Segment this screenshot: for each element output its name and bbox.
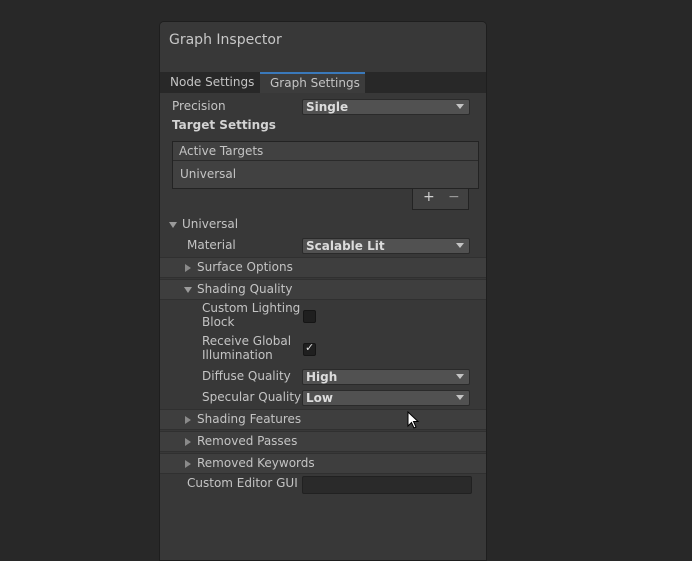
add-target-button[interactable]: +: [423, 189, 435, 205]
chevron-down-icon: [456, 395, 464, 400]
tab-bar: Node Settings Graph Settings: [160, 72, 486, 93]
precision-dropdown[interactable]: Single: [302, 99, 470, 115]
expanded-arrow-icon: [169, 222, 177, 228]
tab-graph-settings[interactable]: Graph Settings: [260, 72, 365, 93]
list-item[interactable]: Universal: [180, 167, 236, 181]
chevron-down-icon: [456, 104, 464, 109]
removed-keywords-label: Removed Keywords: [197, 456, 315, 470]
specular-quality-value: Low: [306, 391, 333, 405]
removed-passes-label: Removed Passes: [197, 434, 298, 448]
target-settings-heading: Target Settings: [172, 118, 276, 132]
tab-node-settings[interactable]: Node Settings: [160, 72, 260, 93]
remove-target-button[interactable]: −: [448, 189, 460, 205]
receive-global-illumination-label-line1: Receive Global: [202, 334, 292, 348]
specular-quality-label: Specular Quality: [202, 390, 302, 404]
custom-editor-gui-label: Custom Editor GUI: [187, 476, 298, 490]
active-targets-header-label: Active Targets: [179, 144, 264, 158]
precision-label: Precision: [172, 99, 226, 113]
receive-global-illumination-checkbox[interactable]: ✓: [303, 341, 316, 356]
surface-options-label: Surface Options: [197, 260, 293, 274]
shading-quality-foldout[interactable]: Shading Quality: [160, 279, 486, 300]
specular-quality-dropdown[interactable]: Low: [302, 390, 470, 406]
universal-foldout[interactable]: Universal: [160, 214, 486, 235]
removed-passes-foldout[interactable]: Removed Passes: [160, 431, 486, 452]
surface-options-foldout[interactable]: Surface Options: [160, 257, 486, 278]
tab-graph-settings-label: Graph Settings: [270, 76, 360, 90]
active-targets-header: Active Targets: [173, 142, 478, 161]
custom-lighting-block-label-line1: Custom Lighting: [202, 301, 301, 315]
diffuse-quality-value: High: [306, 370, 338, 384]
inspector-title: Graph Inspector: [169, 32, 282, 48]
checkmark-icon: ✓: [305, 341, 315, 354]
material-label: Material: [187, 238, 236, 252]
active-targets-list: Active Targets Universal: [172, 141, 479, 189]
material-dropdown[interactable]: Scalable Lit: [302, 238, 470, 254]
collapsed-arrow-icon: [185, 416, 191, 424]
removed-keywords-foldout[interactable]: Removed Keywords: [160, 453, 486, 474]
shading-quality-label: Shading Quality: [197, 282, 293, 296]
expanded-arrow-icon: [184, 287, 192, 293]
chevron-down-icon: [456, 374, 464, 379]
chevron-down-icon: [456, 243, 464, 248]
collapsed-arrow-icon: [185, 460, 191, 468]
collapsed-arrow-icon: [185, 264, 191, 272]
shading-features-label: Shading Features: [197, 412, 302, 426]
universal-foldout-label: Universal: [182, 217, 239, 231]
graph-inspector-panel: Graph Inspector Node Settings Graph Sett…: [159, 21, 487, 561]
diffuse-quality-dropdown[interactable]: High: [302, 369, 470, 385]
mouse-pointer-icon: [407, 411, 420, 429]
active-targets-footer: + −: [412, 189, 469, 210]
custom-lighting-block-checkbox[interactable]: [303, 310, 316, 323]
shading-features-foldout[interactable]: Shading Features: [160, 409, 486, 430]
material-value: Scalable Lit: [306, 239, 385, 253]
custom-editor-gui-field[interactable]: [302, 476, 472, 494]
receive-global-illumination-label-line2: Illumination: [202, 348, 273, 362]
tab-node-settings-label: Node Settings: [170, 75, 255, 89]
custom-lighting-block-label-line2: Block: [202, 315, 235, 329]
collapsed-arrow-icon: [185, 438, 191, 446]
precision-value: Single: [306, 100, 349, 114]
diffuse-quality-label: Diffuse Quality: [202, 369, 291, 383]
inspector-header[interactable]: Graph Inspector: [160, 22, 486, 72]
